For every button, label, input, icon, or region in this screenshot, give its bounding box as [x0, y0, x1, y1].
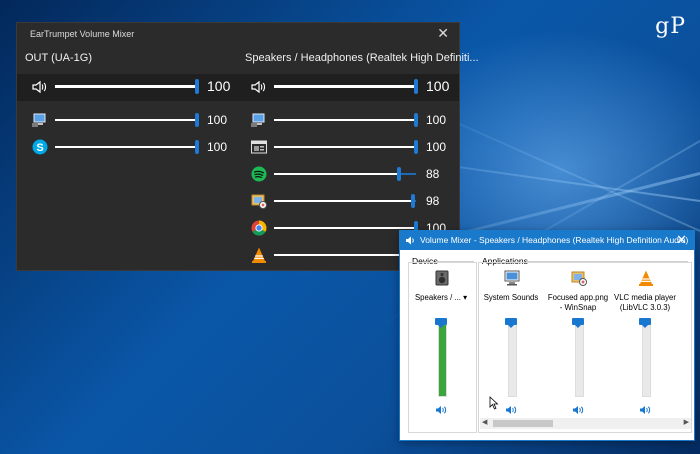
app-volume-slider[interactable]: [274, 194, 416, 208]
app-label: Focused app.png - WinSnap: [547, 293, 609, 312]
volume-value: 100: [426, 78, 450, 94]
volume-value: 98: [426, 194, 440, 208]
winsnap-icon: [571, 271, 587, 286]
volume-mixer-titlebar[interactable]: Volume Mixer - Speakers / Headphones (Re…: [400, 231, 694, 250]
scroll-left-arrow-icon[interactable]: ◀: [482, 418, 487, 426]
device-selector[interactable]: Speakers / ... ▾: [410, 293, 472, 303]
slider-thumb[interactable]: [414, 113, 418, 127]
app-volume-slider[interactable]: [274, 113, 418, 127]
eartrumpet-title: EarTrumpet Volume Mixer: [30, 29, 135, 39]
mute-speaker-icon[interactable]: [572, 405, 584, 415]
app-row-window-app: 100: [250, 137, 455, 157]
horizontal-scrollbar[interactable]: ◀ ▶: [480, 418, 691, 429]
spotify-icon: [251, 166, 267, 182]
app-row-winsnap: 98: [250, 191, 455, 211]
app-volume-slider[interactable]: [274, 167, 416, 181]
slider-thumb[interactable]: [414, 140, 418, 154]
app-label: System Sounds: [483, 293, 539, 302]
master-volume-slider[interactable]: [55, 79, 199, 94]
app-column-vlc: VLC media player (LibVLC 3.0.3): [614, 265, 676, 441]
speaker-icon: [406, 236, 414, 245]
slider-fill: [274, 200, 414, 202]
slider-thumb[interactable]: [414, 79, 418, 94]
slider-fill: [55, 119, 197, 121]
slider-thumb[interactable]: [195, 140, 199, 154]
slider-fill: [55, 85, 197, 88]
svg-text:S: S: [36, 142, 43, 154]
device-selector-label: Speakers / ...: [414, 293, 461, 302]
slider-thumb[interactable]: [396, 167, 401, 181]
volume-value: 100: [207, 140, 228, 154]
site-watermark: gP: [655, 14, 686, 39]
device-column: Speakers / ... ▾: [410, 265, 472, 441]
app-volume-thumb[interactable]: [572, 318, 584, 328]
skype-icon: S: [32, 139, 48, 155]
mute-speaker-icon[interactable]: [505, 405, 517, 415]
slider-thumb[interactable]: [195, 113, 199, 127]
volume-mixer-close-button[interactable]: ✕: [676, 232, 687, 248]
volume-value: 100: [426, 113, 447, 127]
slider-fill: [274, 254, 416, 256]
slider-fill: [55, 146, 197, 148]
app-window-icon: [251, 140, 267, 154]
system-sounds-icon: [251, 113, 265, 127]
system-sounds-icon: [32, 113, 46, 127]
volume-value: 100: [426, 140, 447, 154]
app-volume-track[interactable]: [508, 323, 517, 397]
device-name-speakers: Speakers / Headphones (Realtek High Defi…: [245, 52, 479, 64]
device-master-row: 100: [250, 77, 455, 97]
app-column-system-sounds: System Sounds: [480, 265, 542, 441]
slider-fill: [274, 227, 416, 229]
scrollbar-thumb[interactable]: [493, 420, 553, 427]
app-row-spotify: 88: [250, 164, 455, 184]
eartrumpet-close-button[interactable]: ✕: [437, 25, 449, 42]
master-volume-slider[interactable]: [274, 79, 418, 94]
slider-fill: [274, 173, 399, 175]
peak-meter-fill: [439, 324, 446, 396]
scroll-right-arrow-icon[interactable]: ▶: [684, 418, 689, 426]
device-volume-thumb[interactable]: [435, 318, 447, 328]
app-row-system-sounds: 100: [250, 110, 455, 130]
chrome-icon: [251, 220, 267, 236]
chevron-down-icon: ▾: [463, 293, 468, 302]
slider-fill: [274, 119, 416, 121]
volume-mixer-window: Volume Mixer - Speakers / Headphones (Re…: [399, 230, 695, 441]
device-master-row: 100: [31, 77, 241, 97]
volume-value: 100: [207, 78, 231, 94]
speaker-icon[interactable]: [250, 78, 268, 96]
app-volume-slider[interactable]: [274, 221, 418, 235]
app-volume-thumb[interactable]: [639, 318, 651, 328]
app-column-winsnap: Focused app.png - WinSnap: [547, 265, 609, 441]
mute-speaker-icon[interactable]: [435, 405, 447, 415]
system-sounds-icon: [504, 270, 520, 286]
slider-thumb[interactable]: [411, 194, 416, 208]
slider-thumb[interactable]: [195, 79, 199, 94]
volume-value: 88: [426, 167, 440, 181]
slider-fill: [274, 146, 416, 148]
slider-fill: [274, 85, 416, 88]
eartrumpet-window: EarTrumpet Volume Mixer ✕ OUT (UA-1G) Sp…: [17, 23, 479, 270]
app-volume-track[interactable]: [575, 323, 584, 397]
volume-value: 100: [207, 113, 228, 127]
app-volume-slider[interactable]: [274, 248, 418, 262]
speaker-device-icon: [435, 270, 449, 286]
vlc-icon: [252, 247, 266, 263]
app-volume-slider[interactable]: [55, 140, 199, 154]
app-volume-thumb[interactable]: [505, 318, 517, 328]
app-row-system-sounds: 100: [31, 110, 241, 130]
vlc-icon: [639, 270, 653, 286]
speaker-icon[interactable]: [31, 78, 49, 96]
volume-mixer-title: Volume Mixer - Speakers / Headphones (Re…: [420, 235, 689, 245]
device-name-out: OUT (UA-1G): [25, 52, 93, 64]
app-volume-slider[interactable]: [55, 113, 199, 127]
mouse-cursor-icon: [489, 396, 499, 410]
app-volume-slider[interactable]: [274, 140, 418, 154]
device-volume-track[interactable]: [438, 323, 447, 397]
app-label: VLC media player (LibVLC 3.0.3): [614, 293, 676, 312]
app-volume-track[interactable]: [642, 323, 651, 397]
app-row-skype: S 100: [31, 137, 241, 157]
mute-speaker-icon[interactable]: [639, 405, 651, 415]
winsnap-icon: [251, 194, 267, 209]
